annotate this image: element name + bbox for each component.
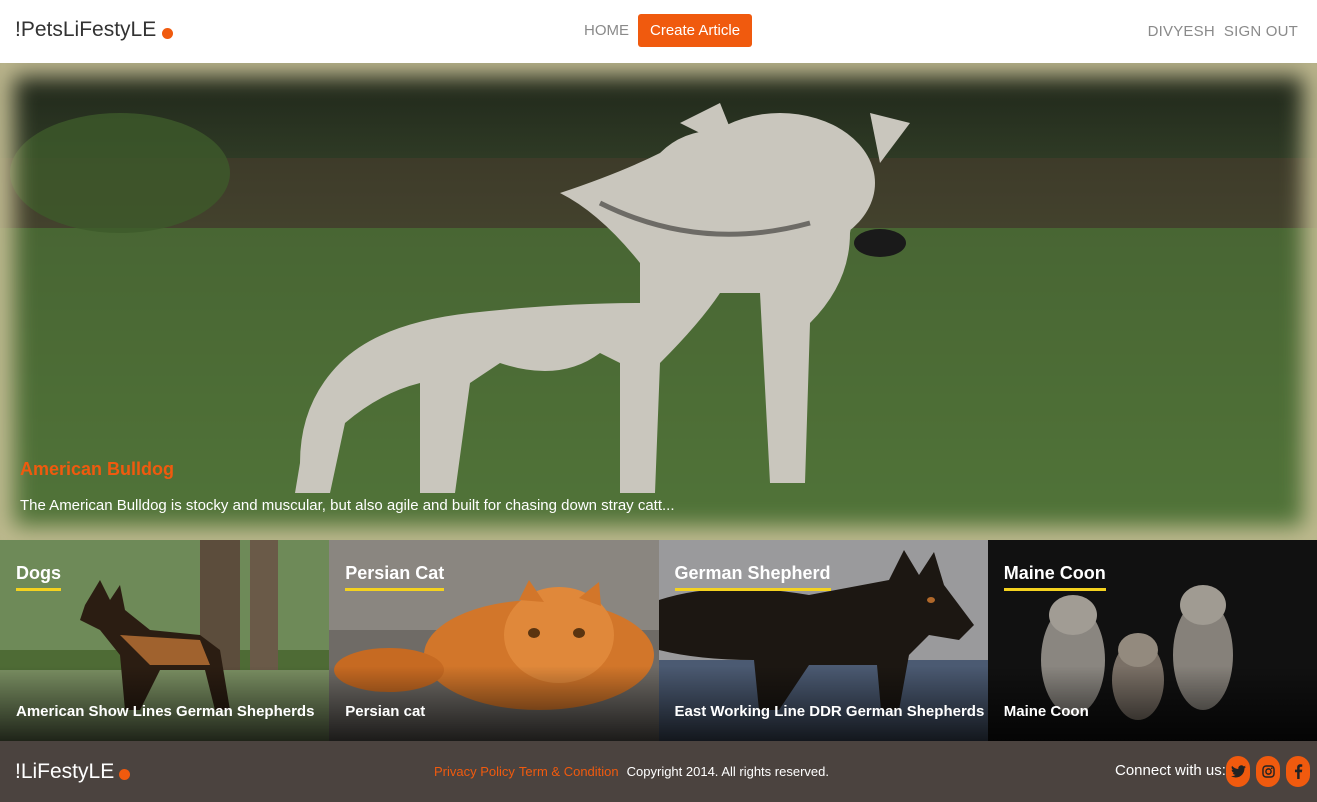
footer-links: Privacy Policy Term & Condition Copyrigh… [434, 764, 829, 779]
brand-logo[interactable]: !PetsLiFestyLE [15, 18, 174, 42]
create-article-button[interactable]: Create Article [638, 14, 753, 47]
terms-link[interactable]: Term & Condition [519, 764, 619, 779]
privacy-policy-link[interactable]: Privacy Policy [434, 764, 515, 779]
footer-brand-text[interactable]: !LiFestyLE [15, 760, 114, 784]
tile-dogs[interactable]: Dogs American Show Lines German Shepherd… [0, 540, 330, 741]
brand-text[interactable]: !PetsLiFestyLE [15, 18, 156, 42]
user-name-link[interactable]: DIVYESH [1148, 23, 1215, 40]
social-links [1226, 756, 1310, 787]
hero-banner[interactable]: American Bulldog The American Bulldog is… [0, 63, 1317, 540]
facebook-icon[interactable] [1286, 756, 1310, 787]
hero-title[interactable]: American Bulldog [20, 459, 174, 480]
tile-persian-cat[interactable]: Persian Cat Persian cat [329, 540, 659, 741]
tile-maine-coon[interactable]: Maine Coon Maine Coon [987, 540, 1317, 741]
user-nav: DIVYESH SIGN OUT [1148, 23, 1298, 40]
tile-category-label[interactable]: Dogs [16, 563, 61, 591]
tile-category-label[interactable]: German Shepherd [674, 563, 831, 591]
brand-dot-icon [162, 27, 174, 39]
tile-article-title[interactable]: Maine Coon [1004, 703, 1089, 720]
footer-brand-dot-icon [119, 769, 131, 780]
nav-home-link[interactable]: HOME [584, 22, 629, 39]
instagram-icon[interactable] [1256, 756, 1280, 787]
main-nav: HOME Create Article [584, 14, 753, 47]
tile-category-label[interactable]: Maine Coon [1003, 563, 1106, 591]
tile-category-label[interactable]: Persian Cat [345, 563, 445, 591]
footer-brand-logo[interactable]: !LiFestyLE [15, 760, 131, 784]
hero-description: The American Bulldog is stocky and muscu… [20, 497, 675, 514]
category-tiles: Dogs American Show Lines German Shepherd… [0, 540, 1317, 741]
tile-article-title[interactable]: East Working Line DDR German Shepherds [675, 703, 985, 720]
sign-out-link[interactable]: SIGN OUT [1224, 23, 1298, 40]
tile-german-shepherd[interactable]: German Shepherd East Working Line DDR Ge… [658, 540, 988, 741]
tile-article-title[interactable]: American Show Lines German Shepherds [16, 703, 314, 720]
site-footer: !LiFestyLE Privacy Policy Term & Conditi… [0, 741, 1317, 802]
hero-dog-image [0, 63, 1317, 540]
connect-label: Connect with us: [1115, 762, 1226, 779]
top-navbar: !PetsLiFestyLE HOME Create Article DIVYE… [0, 0, 1317, 63]
twitter-icon[interactable] [1226, 756, 1250, 787]
tile-article-title[interactable]: Persian cat [345, 703, 425, 720]
copyright-text: Copyright 2014. All rights reserved. [626, 764, 829, 779]
